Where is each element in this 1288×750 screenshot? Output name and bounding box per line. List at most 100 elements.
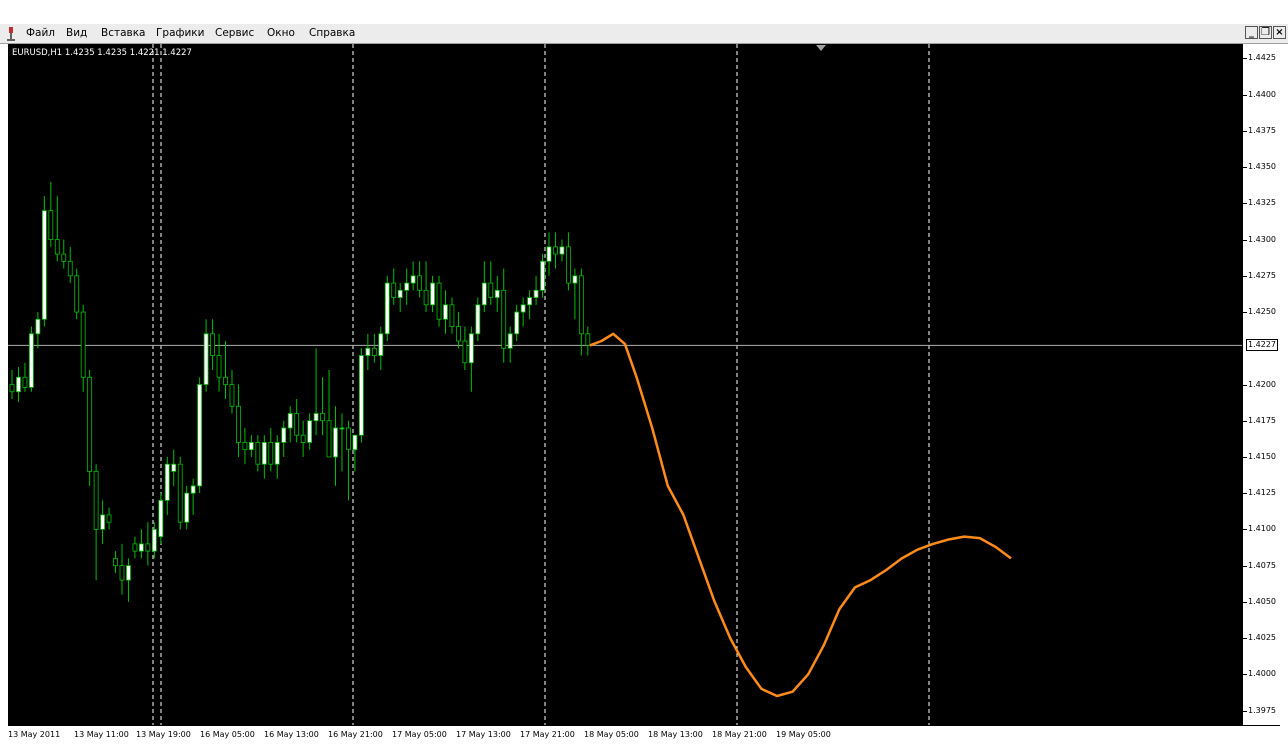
candle-body	[391, 282, 397, 298]
candle-body	[87, 376, 93, 472]
candle-body	[371, 347, 377, 356]
close-button[interactable]: ×	[1273, 26, 1286, 39]
candle-body	[488, 282, 494, 298]
price-label: 1.4300	[1248, 234, 1276, 244]
price-tick	[1243, 420, 1247, 422]
candle-body	[378, 333, 384, 356]
candle-body	[475, 304, 481, 335]
price-tick	[1243, 94, 1247, 96]
candle-body	[268, 442, 274, 465]
price-tick	[1243, 456, 1247, 458]
time-label: 18 May 21:00	[712, 730, 767, 739]
candle-body	[294, 413, 300, 436]
candle-body	[184, 492, 190, 523]
candle-body	[417, 275, 423, 291]
price-label: 1.4150	[1248, 451, 1276, 461]
candle-body	[281, 427, 287, 443]
candle-body	[326, 420, 332, 458]
candle-body	[559, 246, 565, 255]
candle-body	[41, 210, 47, 320]
candle-body	[16, 376, 21, 393]
price-tick	[1243, 638, 1247, 640]
chart-window: EURUSD,H1 1.4235 1.4235 1.4221 1.4227 1.…	[8, 44, 1280, 744]
current-price-badge: 1.4227	[1246, 339, 1278, 352]
price-tick	[1243, 493, 1247, 495]
candle-body	[449, 304, 455, 327]
candle-body	[190, 485, 196, 494]
candle-body	[138, 543, 144, 552]
candle-body	[171, 463, 177, 472]
candle-body	[320, 413, 325, 422]
candle-body	[22, 376, 28, 388]
time-label: 13 May 19:00	[136, 730, 191, 739]
price-tick	[1243, 710, 1247, 712]
price-label: 1.4175	[1248, 415, 1276, 425]
candle-body	[210, 333, 215, 356]
time-label: 18 May 13:00	[648, 730, 703, 739]
candle-body	[119, 565, 125, 581]
candle-body	[48, 210, 54, 241]
candle-body	[546, 246, 552, 262]
candle-body	[223, 376, 228, 385]
candle-body	[540, 260, 545, 291]
candle-body	[67, 260, 73, 277]
time-label: 17 May 13:00	[456, 730, 511, 739]
candle-body	[61, 253, 67, 262]
menu-item-view[interactable]: Вид	[66, 27, 87, 39]
time-label: 18 May 05:00	[584, 730, 639, 739]
time-label: 16 May 21:00	[328, 730, 383, 739]
time-label: 13 May 2011	[8, 730, 61, 739]
candle-body	[307, 420, 313, 443]
candle-body	[261, 442, 267, 465]
menu-item-window[interactable]: Окно	[267, 27, 295, 39]
price-label: 1.4125	[1248, 488, 1276, 498]
price-label: 1.4100	[1248, 524, 1276, 534]
candle-body	[74, 275, 80, 313]
price-chart[interactable]	[8, 44, 1242, 725]
price-tick	[1243, 167, 1247, 169]
restore-button[interactable]: ❐	[1259, 26, 1272, 39]
price-tick	[1243, 239, 1247, 241]
price-tick	[1243, 203, 1247, 205]
candle-body	[216, 355, 222, 378]
candle-body	[358, 355, 364, 436]
time-label: 13 May 11:00	[74, 730, 129, 739]
candle-body	[236, 405, 241, 443]
candle-body	[436, 282, 442, 320]
price-label: 1.4350	[1248, 162, 1276, 172]
candle-body	[126, 565, 131, 581]
candle-body	[585, 333, 591, 346]
price-label: 1.4375	[1248, 125, 1276, 135]
candle-body	[410, 275, 416, 284]
candle-body	[339, 427, 345, 430]
forecast-line	[589, 332, 1012, 698]
time-axis[interactable]: 13 May 2011 13 May 11:00 13 May 19:00 16 Ma…	[8, 725, 1280, 744]
candle-body	[106, 514, 112, 523]
candle-body	[468, 333, 474, 364]
menu-item-charts[interactable]: Графики	[156, 27, 204, 39]
menu-item-help[interactable]: Справка	[309, 27, 355, 39]
candle-body	[423, 289, 429, 306]
price-axis[interactable]: 1.4425 1.4400 1.4375 1.4350 1.4325 1.4300 1.42…	[1242, 44, 1280, 725]
candle-body	[404, 282, 410, 291]
menu-item-tools[interactable]: Сервис	[215, 27, 254, 39]
price-tick	[1243, 312, 1247, 314]
price-tick	[1243, 674, 1247, 676]
menu-item-file[interactable]: Файл	[26, 27, 55, 39]
candle-body	[158, 500, 164, 538]
candle-body	[346, 427, 351, 451]
candle-body	[572, 275, 578, 284]
candle-body	[164, 463, 170, 501]
candle-body	[300, 434, 306, 443]
candle-body	[80, 311, 86, 378]
candle-body	[430, 282, 435, 306]
candle-body	[9, 384, 15, 393]
candle-body	[145, 543, 151, 552]
chart-area[interactable]: EURUSD,H1 1.4235 1.4235 1.4221 1.4227	[8, 44, 1242, 725]
price-tick	[1243, 529, 1247, 531]
candle-body	[352, 434, 358, 451]
price-tick	[1243, 384, 1247, 386]
menu-item-insert[interactable]: Вставка	[101, 27, 146, 39]
price-label: 1.4400	[1248, 89, 1276, 99]
minimize-button[interactable]: _	[1245, 26, 1258, 39]
